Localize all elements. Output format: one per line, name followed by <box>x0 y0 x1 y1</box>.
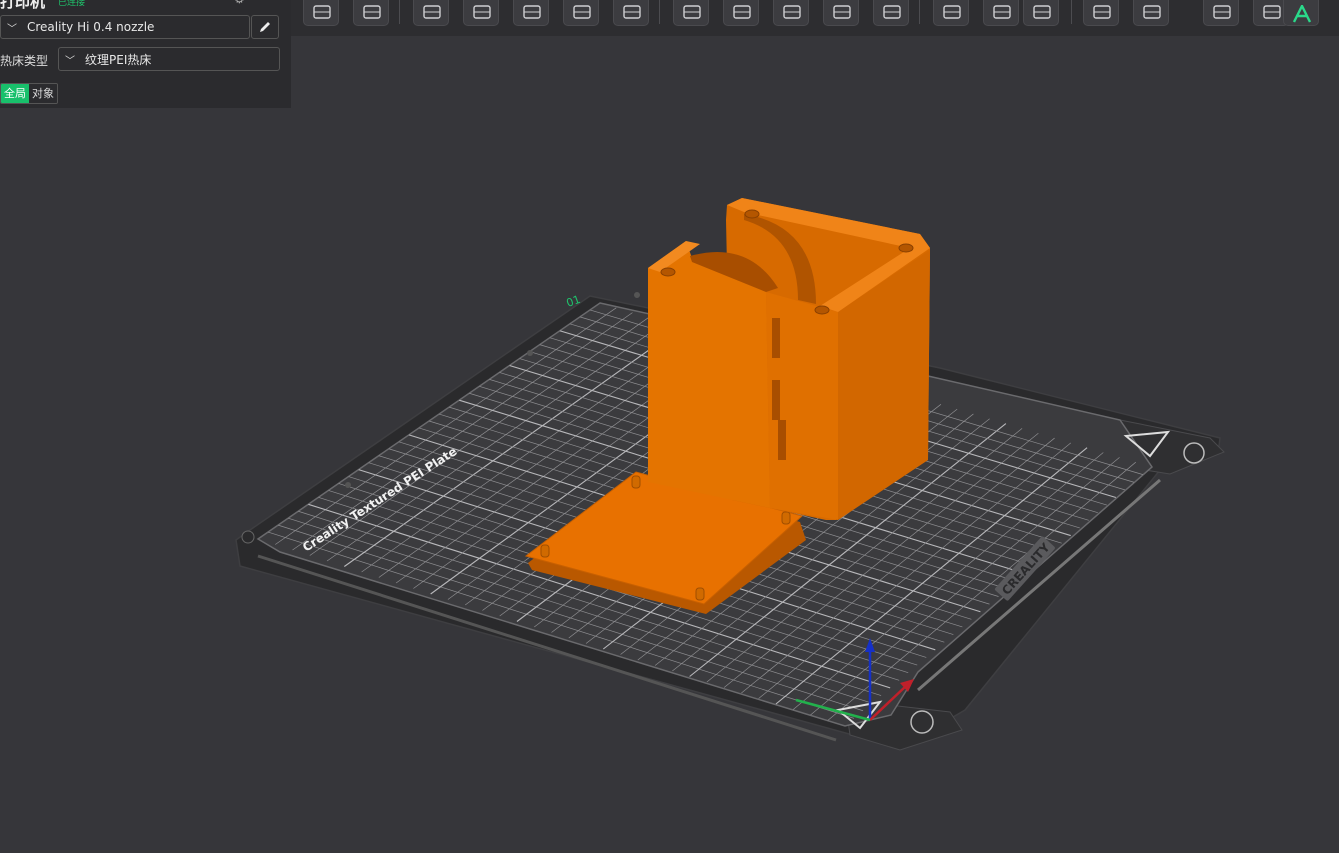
bed-type-value: 纹理PEI热床 <box>85 52 152 67</box>
hollow-button[interactable] <box>873 0 909 26</box>
scale-icon <box>783 5 801 19</box>
measure-icon <box>1033 5 1051 19</box>
measure-button[interactable] <box>1023 0 1059 26</box>
printer-preset-dropdown[interactable]: ﹀ Creality Hi 0.4 nozzle <box>0 15 250 39</box>
auto-orient-button[interactable] <box>413 0 449 26</box>
bed-pin <box>634 292 640 298</box>
assembly-button[interactable] <box>1083 0 1119 26</box>
arrange-button[interactable] <box>563 0 599 26</box>
printer-preset-value: Creality Hi 0.4 nozzle <box>27 20 155 34</box>
printer-status: 已连接 <box>58 0 86 8</box>
color-paint-icon <box>1263 5 1281 19</box>
scale-button[interactable] <box>773 0 809 26</box>
toolbar-separator <box>1071 0 1072 24</box>
boolean-icon <box>993 5 1011 19</box>
toolbar-separator <box>659 0 660 24</box>
printer-settings-panel: 打印机 已连接 ⚙ ﹀ Creality Hi 0.4 nozzle 热床类型 … <box>0 0 291 108</box>
paint-icon <box>523 5 541 19</box>
add-object-button[interactable] <box>303 0 339 26</box>
layers-icon <box>1213 5 1231 19</box>
3d-viewport[interactable]: 01 Creality Textured PEI Plate CREALITY <box>0 0 1339 853</box>
split-objects-icon <box>683 5 701 19</box>
bed-type-dropdown[interactable]: ﹀ 纹理PEI热床 <box>58 47 280 71</box>
model-box[interactable] <box>648 198 930 520</box>
slice-box-icon <box>833 5 851 19</box>
erase-button[interactable] <box>613 0 649 26</box>
support-paint-icon <box>943 5 961 19</box>
add-plate-button[interactable] <box>353 0 389 26</box>
settings-scope-toggle: 全局 对象 <box>0 83 58 104</box>
toolbar-separator <box>919 0 920 24</box>
auto-orient-icon <box>423 5 441 19</box>
erase-icon <box>623 5 641 19</box>
slice-box-button[interactable] <box>823 0 859 26</box>
text-icon <box>1143 5 1161 19</box>
emboss-text-button[interactable] <box>1283 0 1319 26</box>
chevron-down-icon: ﹀ <box>65 55 75 67</box>
pencil-icon <box>260 22 270 32</box>
tab-global[interactable]: 全局 <box>1 84 29 103</box>
bed-pin <box>241 530 255 544</box>
emboss-text-icon <box>1292 5 1312 23</box>
add-object-icon <box>313 5 331 19</box>
edit-printer-button[interactable] <box>251 15 279 39</box>
arrange-icon <box>573 5 591 19</box>
boolean-button[interactable] <box>983 0 1019 26</box>
layers-button[interactable] <box>1203 0 1239 26</box>
split-parts-button[interactable] <box>723 0 759 26</box>
bed-pin <box>527 350 533 356</box>
split-parts-icon <box>733 5 751 19</box>
gear-icon[interactable]: ⚙ <box>234 0 246 5</box>
bed-pin <box>345 482 351 488</box>
tab-object[interactable]: 对象 <box>29 84 57 103</box>
split-objects-button[interactable] <box>673 0 709 26</box>
add-plate-icon <box>363 5 381 19</box>
main-toolbar <box>291 0 1339 36</box>
lay-on-face-icon <box>473 5 491 19</box>
hollow-icon <box>883 5 901 19</box>
support-paint-button[interactable] <box>933 0 969 26</box>
bed-type-label: 热床类型 <box>0 54 49 68</box>
toolbar-separator <box>399 0 400 24</box>
assembly-icon <box>1093 5 1111 19</box>
chevron-down-icon: ﹀ <box>7 23 17 35</box>
panel-header-title: 打印机 <box>0 0 46 11</box>
text-button[interactable] <box>1133 0 1169 26</box>
paint-button[interactable] <box>513 0 549 26</box>
lay-on-face-button[interactable] <box>463 0 499 26</box>
